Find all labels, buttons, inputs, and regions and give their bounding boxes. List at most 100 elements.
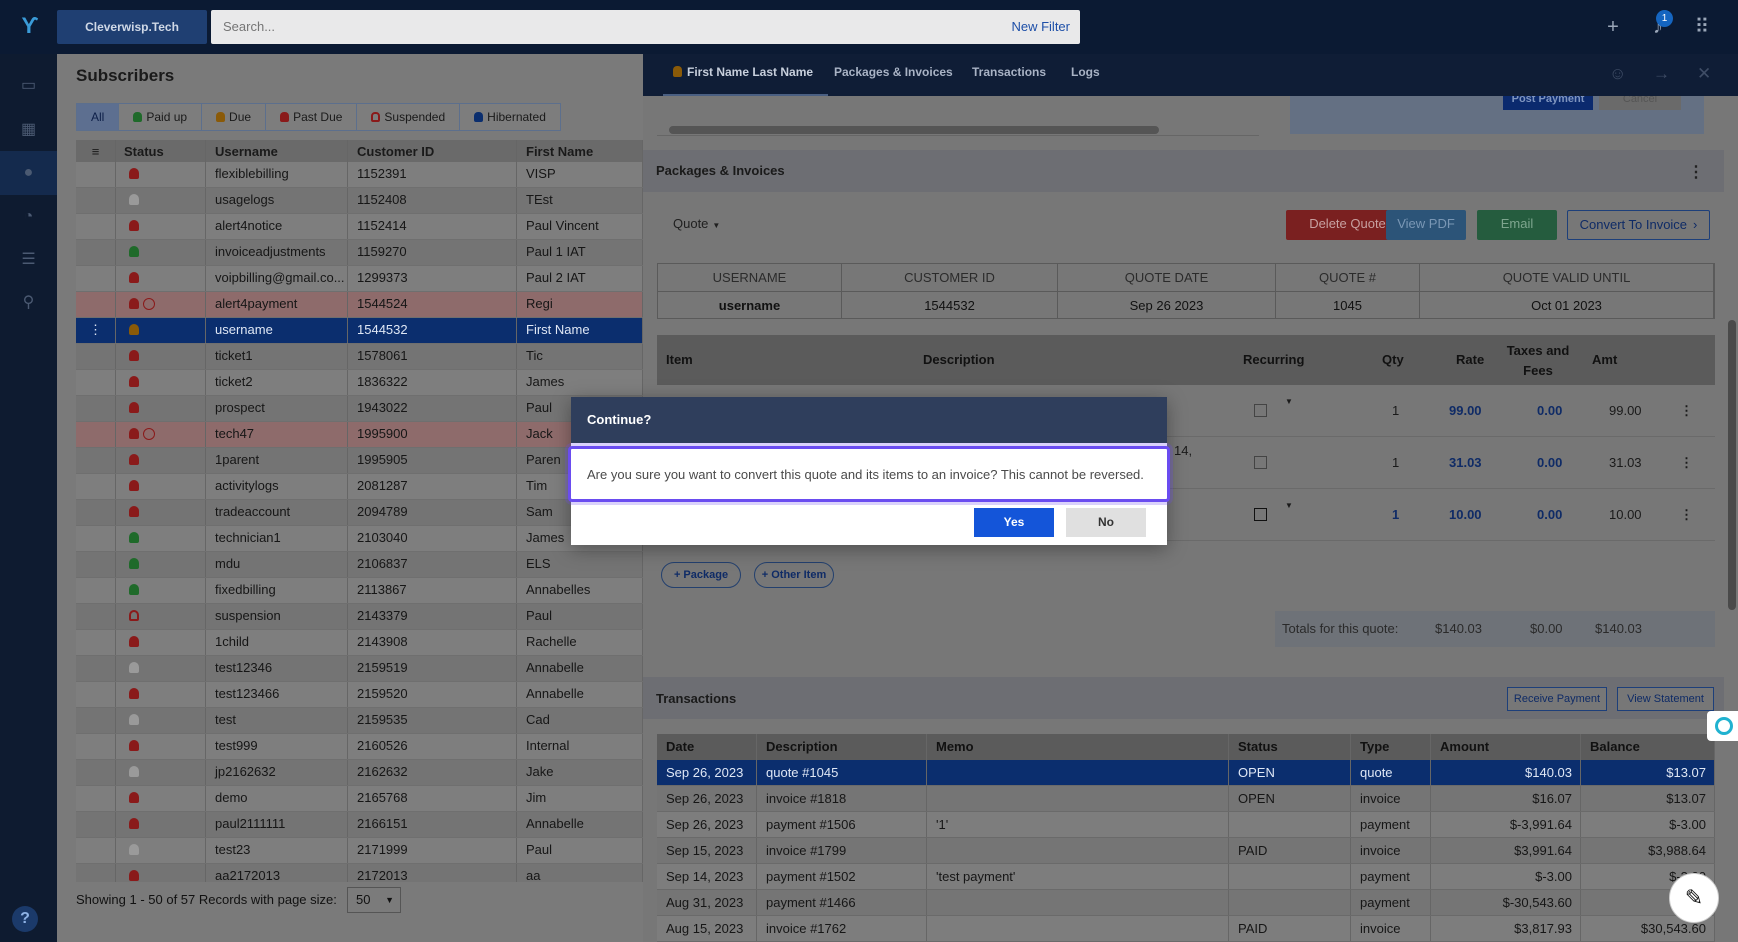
view-statement-button[interactable]: View Statement bbox=[1617, 687, 1714, 711]
sidebar-dashboard-icon[interactable]: ▭ bbox=[0, 64, 57, 108]
column-menu-icon[interactable]: ≡ bbox=[76, 140, 116, 162]
row-menu-cell[interactable] bbox=[76, 734, 116, 759]
table-row[interactable]: voipbilling@gmail.co... 1299373 Paul 2 IAT bbox=[76, 266, 643, 292]
sidebar-tiles-icon[interactable]: ▦ bbox=[0, 108, 57, 152]
quote-dropdown[interactable]: Quote ▼ bbox=[673, 216, 720, 231]
table-row[interactable]: ticket1 1578061 Tic bbox=[76, 344, 643, 370]
recurring-checkbox[interactable] bbox=[1254, 404, 1267, 417]
recurring-checkbox[interactable] bbox=[1254, 508, 1267, 521]
item-kebab-icon[interactable]: ⋮ bbox=[1680, 455, 1693, 471]
tab-packages-invoices[interactable]: Packages & Invoices bbox=[834, 54, 953, 96]
table-row[interactable]: technician1 2103040 James bbox=[76, 526, 643, 552]
table-row[interactable]: prospect 1943022 Paul bbox=[76, 396, 643, 422]
column-header-first-name[interactable]: First Name bbox=[517, 140, 643, 162]
yes-button[interactable]: Yes bbox=[974, 508, 1054, 537]
arrow-right-icon[interactable]: → bbox=[1653, 64, 1670, 84]
view-pdf-button[interactable]: View PDF bbox=[1386, 210, 1466, 240]
summary-username-link[interactable]: username bbox=[658, 291, 842, 318]
row-menu-cell[interactable] bbox=[76, 162, 116, 187]
transaction-row[interactable]: Sep 26, 2023 payment #1506'1' payment $-3,9… bbox=[657, 812, 1715, 838]
row-menu-cell[interactable] bbox=[76, 682, 116, 707]
add-package-button[interactable]: + Package bbox=[661, 562, 741, 588]
item-rate[interactable]: 31.03 bbox=[1449, 455, 1482, 470]
row-menu-cell[interactable] bbox=[76, 630, 116, 655]
table-row[interactable]: alert4notice 1152414 Paul Vincent bbox=[76, 214, 643, 240]
item-tax[interactable]: 0.00 bbox=[1537, 403, 1562, 418]
row-menu-cell[interactable] bbox=[76, 838, 116, 863]
table-row[interactable]: 1child 2143908 Rachelle bbox=[76, 630, 643, 656]
org-switcher-button[interactable]: Cleverwisp.Tech bbox=[57, 10, 207, 44]
item-kebab-icon[interactable]: ⋮ bbox=[1680, 507, 1693, 523]
item-qty[interactable]: 1 bbox=[1392, 507, 1399, 522]
row-menu-cell[interactable] bbox=[76, 500, 116, 525]
page-size-select[interactable]: 50 ▼ bbox=[347, 887, 401, 913]
filter-tab-due[interactable]: Due bbox=[201, 103, 267, 131]
table-row[interactable]: fixedbilling 2113867 Annabelles bbox=[76, 578, 643, 604]
sidebar-map-pin-icon[interactable]: ⚲ bbox=[0, 281, 57, 325]
row-menu-cell[interactable] bbox=[76, 188, 116, 213]
plus-icon[interactable]: + bbox=[1600, 14, 1626, 40]
row-menu-cell[interactable] bbox=[76, 422, 116, 447]
email-button[interactable]: Email bbox=[1477, 210, 1557, 240]
row-menu-cell[interactable] bbox=[76, 474, 116, 499]
search-input[interactable] bbox=[223, 10, 923, 44]
row-menu-cell[interactable] bbox=[76, 864, 116, 882]
row-menu-cell[interactable] bbox=[76, 396, 116, 421]
item-rate[interactable]: 99.00 bbox=[1449, 403, 1482, 418]
chevron-down-icon[interactable]: ▼ bbox=[1285, 501, 1293, 510]
filter-tab-all[interactable]: All bbox=[76, 103, 120, 131]
table-row[interactable]: test12346 2159519 Annabelle bbox=[76, 656, 643, 682]
convert-to-invoice-button[interactable]: Convert To Invoice › bbox=[1567, 210, 1710, 240]
item-tax[interactable]: 0.00 bbox=[1537, 507, 1562, 522]
table-row[interactable]: aa2172013 2172013 aa bbox=[76, 864, 643, 882]
table-row[interactable]: 1parent 1995905 Paren bbox=[76, 448, 643, 474]
row-menu-cell[interactable] bbox=[76, 552, 116, 577]
column-header-description[interactable]: Description bbox=[757, 734, 927, 760]
column-header-amount[interactable]: Amount bbox=[1431, 734, 1581, 760]
filter-tab-past-due[interactable]: Past Due bbox=[265, 103, 358, 131]
column-header-memo[interactable]: Memo bbox=[927, 734, 1229, 760]
filter-tab-suspended[interactable]: Suspended bbox=[356, 103, 461, 131]
chevron-down-icon[interactable]: ▼ bbox=[1285, 397, 1293, 406]
item-rate[interactable]: 10.00 bbox=[1449, 507, 1482, 522]
row-menu-cell[interactable] bbox=[76, 240, 116, 265]
column-header-balance[interactable]: Balance bbox=[1581, 734, 1715, 760]
table-row[interactable]: ticket2 1836322 James bbox=[76, 370, 643, 396]
table-row[interactable]: activitylogs 2081287 Tim bbox=[76, 474, 643, 500]
transaction-row[interactable]: Sep 26, 2023 quote #1045 OPEN quote $140.03 $… bbox=[657, 760, 1715, 786]
column-header-customer-id[interactable]: Customer ID bbox=[348, 140, 517, 162]
close-icon[interactable]: ✕ bbox=[1697, 64, 1711, 84]
row-menu-cell[interactable] bbox=[76, 448, 116, 473]
column-header-date[interactable]: Date bbox=[657, 734, 757, 760]
column-header-status[interactable]: Status bbox=[116, 140, 206, 162]
sidebar-support-icon[interactable]: ◔ bbox=[0, 195, 57, 239]
table-row[interactable]: test23 2171999 Paul bbox=[76, 838, 643, 864]
no-button[interactable]: No bbox=[1066, 508, 1146, 537]
table-row[interactable]: suspension 2143379 Paul bbox=[76, 604, 643, 630]
table-row[interactable]: mdu 2106837 ELS bbox=[76, 552, 643, 578]
transaction-row[interactable]: Sep 26, 2023 invoice #1818 OPEN invoice $16.… bbox=[657, 786, 1715, 812]
table-row[interactable]: tradeaccount 2094789 Sam bbox=[76, 500, 643, 526]
table-row[interactable]: paul2111111 2166151 Annabelle bbox=[76, 812, 643, 838]
transaction-row[interactable]: Sep 15, 2023 invoice #1799 PAID invoice $3,9… bbox=[657, 838, 1715, 864]
table-row[interactable]: tech47 1995900 Jack bbox=[76, 422, 643, 448]
row-menu-cell[interactable] bbox=[76, 786, 116, 811]
row-menu-cell[interactable] bbox=[76, 292, 116, 317]
transaction-row[interactable]: Aug 31, 2023 payment #1466 payment $-30,543… bbox=[657, 890, 1715, 916]
row-menu-cell[interactable] bbox=[76, 214, 116, 239]
row-menu-cell[interactable] bbox=[76, 526, 116, 551]
row-menu-cell[interactable] bbox=[76, 812, 116, 837]
table-row[interactable]: invoiceadjustments 1159270 Paul 1 IAT bbox=[76, 240, 643, 266]
receive-payment-button[interactable]: Receive Payment bbox=[1507, 687, 1607, 711]
table-row[interactable]: usagelogs 1152408 TEst bbox=[76, 188, 643, 214]
row-menu-cell[interactable] bbox=[76, 604, 116, 629]
row-menu-cell[interactable] bbox=[76, 370, 116, 395]
packages-kebab-icon[interactable]: ⋮ bbox=[1688, 162, 1704, 182]
row-menu-cell[interactable] bbox=[76, 760, 116, 785]
sidebar-subscribers-icon[interactable]: ● bbox=[0, 151, 57, 195]
column-header-type[interactable]: Type bbox=[1351, 734, 1431, 760]
column-header-username[interactable]: Username bbox=[206, 140, 348, 162]
table-row[interactable]: flexiblebilling 1152391 VISP bbox=[76, 162, 643, 188]
smiley-icon[interactable]: ☺ bbox=[1609, 64, 1626, 84]
row-menu-cell[interactable] bbox=[76, 708, 116, 733]
